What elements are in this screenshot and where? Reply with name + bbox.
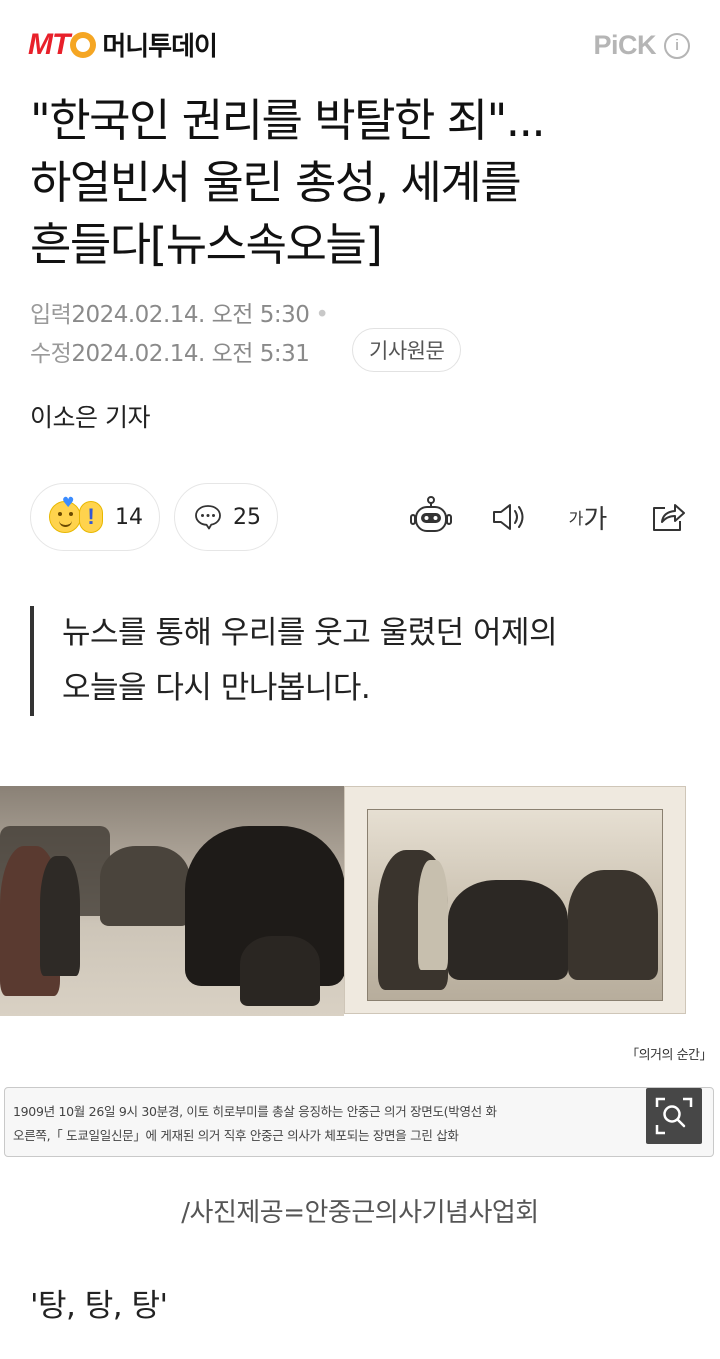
article-photo[interactable]: 「의거의 순간」 1909년 10월 26일 9시 30분경, 이토 히로부미를… <box>0 782 720 1162</box>
speaker-icon <box>493 504 524 530</box>
press-logo[interactable]: MT 머니투데이 <box>28 26 218 63</box>
crowd-shape <box>240 936 320 1006</box>
quote-line: 오늘을 다시 만나봅니다. <box>62 670 371 706</box>
reaction-emoji-icon: ♥ ! <box>49 495 105 535</box>
info-icon[interactable]: i <box>664 32 690 59</box>
modified-date: 수정2024.02.14. 오전 5:31 <box>30 334 310 368</box>
reporter-name[interactable]: 이소은 기자 <box>30 398 150 434</box>
reaction-button[interactable]: ♥ ! 14 <box>30 483 160 551</box>
headline-line: "한국인 권리를 박탈한 죄"... <box>30 94 546 147</box>
caption-line: 1909년 10월 26일 9시 30분경, 이토 히로부미를 총살 응징하는 … <box>13 1104 497 1119</box>
illustration-image <box>344 786 686 1014</box>
illustration-frame <box>367 809 663 1001</box>
font-size-button[interactable]: 가가 <box>562 494 614 540</box>
font-size-icon-big: 가 <box>583 504 608 535</box>
logo-circle-icon <box>70 31 97 58</box>
published-value: 2024.02.14. 오전 5:30 <box>71 302 310 328</box>
logo-name: 머니투데이 <box>102 32 218 62</box>
comment-icon <box>195 505 221 530</box>
headline-line: 하얼빈서 울린 총성, 세계를 <box>30 156 522 209</box>
series-intro-quote: 뉴스를 통해 우리를 웃고 울렸던 어제의 오늘을 다시 만나봅니다. <box>30 606 690 716</box>
painting-image <box>0 786 344 1016</box>
crowd-shape <box>448 880 568 980</box>
separator-dot: • <box>315 302 329 328</box>
reaction-count: 14 <box>115 504 143 530</box>
modified-label: 수정 <box>30 341 72 367</box>
pick-label: PiCK <box>593 30 656 60</box>
caption-line: 오른쪽,「 도쿄일일신문」에 게재된 의거 직후 안중근 의사가 체포되는 장면… <box>13 1128 459 1143</box>
image-source-tag: 「의거의 순간」 <box>626 1048 712 1063</box>
published-date: 입력2024.02.14. 오전 5:30 • <box>30 295 329 329</box>
published-label: 입력 <box>30 302 72 328</box>
image-zoom-button[interactable] <box>646 1088 702 1144</box>
share-button[interactable] <box>646 494 690 540</box>
comment-button[interactable]: 25 <box>174 483 278 551</box>
article-body-first-line: '탕, 탕, 탕' <box>30 1288 168 1324</box>
crowd-shape <box>100 846 190 926</box>
read-aloud-button[interactable] <box>488 494 530 540</box>
original-article-button[interactable]: 기사원문 <box>352 328 462 372</box>
modified-value: 2024.02.14. 오전 5:31 <box>71 341 310 367</box>
headline-line: 흔들다[뉴스속오늘] <box>30 218 383 271</box>
summary-bot-icon <box>410 496 452 532</box>
comment-count: 25 <box>233 504 261 530</box>
top-bar: MT 머니투데이 PiCK i <box>0 0 720 90</box>
zoom-icon <box>655 1097 693 1135</box>
article-headline: "한국인 권리를 박탈한 죄"... 하얼빈서 울린 총성, 세계를 흔들다[뉴… <box>30 90 690 276</box>
crowd-shape <box>40 856 80 976</box>
share-icon <box>653 504 685 531</box>
image-caption-box: 1909년 10월 26일 9시 30분경, 이토 히로부미를 총살 응징하는 … <box>4 1087 714 1157</box>
summary-bot-button[interactable] <box>408 494 454 540</box>
quote-line: 뉴스를 통해 우리를 웃고 울렸던 어제의 <box>62 615 558 651</box>
crowd-shape <box>568 870 658 980</box>
font-size-icon-small: 가 <box>568 509 584 528</box>
heart-icon: ♥ <box>62 495 75 511</box>
photo-credit: /사진제공=안중근의사기념사업회 <box>181 1198 539 1228</box>
exclamation-emoji-icon: ! <box>79 501 103 533</box>
crowd-shape <box>418 860 448 970</box>
pick-badge[interactable]: PiCK i <box>593 30 690 61</box>
logo-mark: MT <box>28 27 70 61</box>
